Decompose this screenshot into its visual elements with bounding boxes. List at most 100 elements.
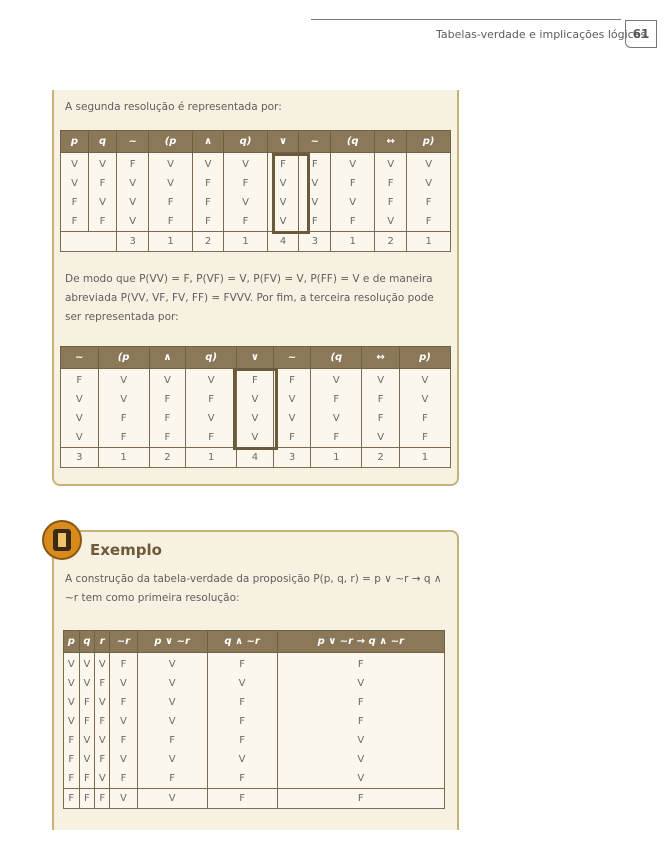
table-cell: F (78, 712, 96, 731)
order-cell: 1 (97, 447, 150, 468)
table-cell: F (97, 428, 150, 448)
order-cell: 4 (266, 231, 300, 252)
column-header: (q (310, 346, 363, 369)
table-cell: F (223, 174, 268, 193)
order-cell: 2 (148, 447, 187, 468)
column-header: ∧ (191, 130, 225, 153)
table-cell: V (136, 750, 208, 769)
example-book-icon (42, 520, 82, 560)
table-cell: F (59, 212, 90, 232)
column-header: p) (406, 130, 451, 153)
table-row: VFFFVFFVF (60, 428, 452, 448)
table-cell: V (63, 693, 80, 712)
table-row: FVVFFVVVVFF (59, 193, 451, 212)
table-cell: V (361, 368, 400, 390)
table-cell: V (206, 750, 278, 769)
table-cell: F (361, 409, 400, 428)
table-cell: V (94, 769, 111, 789)
table-cell: V (236, 428, 274, 448)
column-header: ~ (116, 130, 150, 153)
order-cell: 1 (223, 231, 268, 252)
truth-table-third-resolution: ~ (p ∧ q) ∨ ~ (q ↔ p) FVVVFFVVVVVFFVVFFVVFFVVVVF… (60, 346, 452, 468)
resolution-order-row: 312143121 (60, 447, 452, 468)
table-cell: F (59, 193, 90, 212)
page-number: 61 (625, 20, 657, 48)
column-header: ↔ (374, 130, 408, 153)
table-cell: V (60, 390, 99, 409)
table-cell: V (276, 731, 446, 750)
table-cell: V (272, 390, 312, 409)
table-cell: F (94, 712, 111, 731)
column-header: p ∨ ~r → q ∧ ~r (276, 630, 446, 653)
column-header: ~ (60, 346, 99, 369)
table-row: FFFVVFF (63, 788, 446, 809)
table-cell: V (97, 390, 150, 409)
table-row: VFVFVFF (63, 693, 446, 712)
table-row: FVVVFFVVV (60, 368, 452, 390)
table-cell: F (206, 652, 278, 674)
running-header-title: Tabelas-verdade e implicações lógicas (436, 28, 647, 41)
column-header: ↔ (361, 346, 400, 369)
table-cell: V (406, 152, 451, 174)
table-row: FFVFFFV (63, 769, 446, 789)
order-cell: 3 (298, 231, 332, 252)
table-cell: V (185, 409, 238, 428)
table-cell: F (406, 193, 451, 212)
table-cell: V (109, 750, 138, 769)
table-cell: V (136, 693, 208, 712)
column-header: ~ (298, 130, 332, 153)
order-cell: 1 (398, 447, 452, 468)
table-row: FVVFFFV (63, 731, 446, 750)
table-cell: V (276, 750, 446, 769)
table-cell: V (236, 390, 274, 409)
table-row: FFVFFFVFFVF (59, 212, 451, 232)
table-cell: F (191, 174, 225, 193)
resolution-order-row: 312143121 (59, 231, 451, 252)
table-cell: F (63, 769, 80, 789)
table-cell: V (109, 674, 138, 693)
table-cell: F (63, 731, 80, 750)
table-cell: V (116, 193, 150, 212)
order-cell: 3 (116, 231, 150, 252)
table-cell: V (266, 212, 300, 232)
table-cell: F (63, 750, 80, 769)
column-header: ~ (272, 346, 312, 369)
table-cell: F (94, 674, 111, 693)
table-cell: F (276, 652, 446, 674)
table-cell: F (94, 750, 111, 769)
table-cell: V (276, 769, 446, 789)
table-cell: V (298, 174, 332, 193)
table-cell: V (374, 212, 408, 232)
table-cell: V (63, 652, 80, 674)
order-cell: 2 (361, 447, 400, 468)
table-cell: F (88, 212, 118, 232)
table-cell: V (276, 674, 446, 693)
table-cell: V (60, 428, 99, 448)
table-cell: F (78, 788, 96, 809)
table-cell: F (398, 428, 452, 448)
table-cell: V (330, 152, 376, 174)
table-cell: F (206, 769, 278, 789)
table-cell: V (94, 731, 111, 750)
table-cell: V (191, 152, 225, 174)
table-row: FVFVVVV (63, 750, 446, 769)
order-cell: 1 (330, 231, 376, 252)
table-cell: F (191, 193, 225, 212)
column-header: q) (223, 130, 268, 153)
table-cell: F (236, 368, 274, 390)
table-cell: F (330, 174, 376, 193)
table-cell: V (361, 428, 400, 448)
table-cell: V (109, 788, 138, 809)
table-cell: F (272, 428, 312, 448)
table-cell: F (116, 152, 150, 174)
table-cell: F (109, 769, 138, 789)
table-cell: V (94, 652, 111, 674)
table-cell: F (97, 409, 150, 428)
order-cell: 3 (272, 447, 312, 468)
table-cell: F (374, 193, 408, 212)
table-cell: V (78, 652, 96, 674)
table-cell: F (206, 712, 278, 731)
column-header: ∨ (236, 346, 274, 369)
table-cell: V (398, 368, 452, 390)
table-cell: V (136, 712, 208, 731)
